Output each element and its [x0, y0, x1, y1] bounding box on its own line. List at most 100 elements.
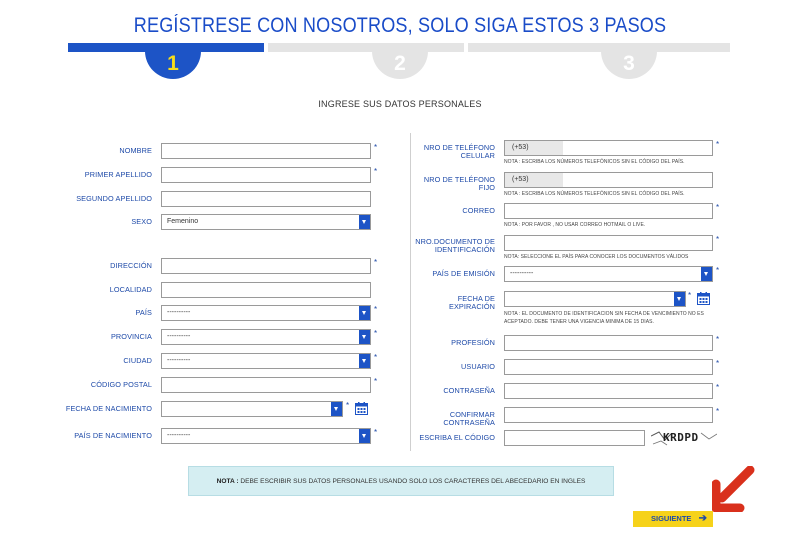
ciudad-label: CIUDAD — [123, 356, 152, 365]
chevron-down-icon[interactable] — [359, 429, 370, 443]
profesion-label: PROFESIÓN — [451, 338, 495, 347]
tel-celular-input[interactable]: (+53) — [504, 140, 713, 156]
pais-nacimiento-select[interactable]: ---------- — [161, 428, 371, 444]
codigo-postal-label: CÓDIGO POSTAL — [90, 380, 152, 389]
segundo-apellido-label: SEGUNDO APELLIDO — [76, 194, 152, 203]
captcha-image: KRDPD — [651, 430, 717, 446]
required-marker: * — [716, 335, 720, 344]
fecha-nacimiento-select[interactable] — [161, 401, 343, 417]
required-marker: * — [688, 291, 692, 300]
fecha-nacimiento-label: FECHA DE NACIMIENTO — [65, 404, 152, 413]
sexo-label: SEXO — [131, 217, 152, 226]
sexo-selected-value: Femenino — [167, 218, 199, 225]
step-indicator: 1 2 3 — [0, 43, 800, 83]
pais-select[interactable]: ---------- — [161, 305, 371, 321]
nota-box: NOTA : DEBE ESCRIBIR SUS DATOS PERSONALE… — [188, 466, 614, 496]
tel-fijo-input[interactable]: (+53) — [504, 172, 713, 188]
required-marker: * — [716, 203, 720, 212]
ciudad-select[interactable]: ---------- — [161, 353, 371, 369]
red-arrow-icon — [712, 466, 755, 512]
contrasena-label: CONTRASEÑA — [443, 386, 495, 395]
provincia-label: PROVINCIA — [110, 332, 152, 341]
nombre-input[interactable] — [161, 143, 371, 159]
required-marker: * — [374, 377, 378, 386]
calendar-icon[interactable] — [355, 402, 368, 415]
contrasena-input[interactable] — [504, 383, 713, 399]
chevron-down-icon[interactable] — [359, 306, 370, 320]
primer-apellido-input[interactable] — [161, 167, 371, 183]
step-2-bar — [268, 43, 464, 52]
documento-label: NRO.DOCUMENTO DE IDENTIFICACIÓN — [410, 238, 495, 254]
step-3-number: 3 — [601, 43, 657, 79]
usuario-input[interactable] — [504, 359, 713, 375]
tel-fijo-note: NOTA : ESCRIBA LOS NÚMEROS TELEFÓNICOS S… — [504, 191, 685, 197]
codigo-postal-input[interactable] — [161, 377, 371, 393]
required-marker: * — [374, 167, 378, 176]
required-marker: * — [374, 143, 378, 152]
calendar-icon[interactable] — [697, 292, 710, 305]
chevron-down-icon[interactable] — [359, 354, 370, 368]
codigo-label: ESCRIBA EL CÓDIGO — [419, 433, 495, 442]
correo-note: NOTA : POR FAVOR , NO USAR CORREO HOTMAI… — [504, 222, 646, 228]
profesion-input[interactable] — [504, 335, 713, 351]
arrow-right-icon: ➔ — [698, 513, 707, 524]
required-marker: * — [374, 258, 378, 267]
nota-text: DEBE ESCRIBIR SUS DATOS PERSONALES USAND… — [238, 478, 586, 485]
direccion-label: DIRECCIÓN — [110, 261, 152, 270]
required-marker: * — [716, 359, 720, 368]
provincia-selected-value: ---------- — [167, 333, 191, 340]
pais-emision-label: PAÍS DE EMISIÓN — [432, 269, 495, 278]
documento-label-line2: IDENTIFICACIÓN — [434, 245, 495, 254]
localidad-label: LOCALIDAD — [109, 285, 152, 294]
fecha-expiracion-note-line1: NOTA : EL DOCUMENTO DE IDENTIFICACION SI… — [504, 311, 704, 317]
section-subtitle: INGRESE SUS DATOS PERSONALES — [318, 99, 482, 109]
step-1-number: 1 — [145, 43, 201, 79]
required-marker: * — [374, 329, 378, 338]
siguiente-label: SIGUIENTE — [651, 514, 692, 523]
primer-apellido-label: PRIMER APELLIDO — [84, 170, 152, 179]
required-marker: * — [716, 140, 720, 149]
fecha-expiracion-label: FECHA DE EXPIRACIÓN — [448, 294, 495, 311]
required-marker: * — [374, 353, 378, 362]
confirmar-contrasena-input[interactable] — [504, 407, 713, 423]
step-2-number: 2 — [372, 43, 428, 79]
tel-celular-note: NOTA : ESCRIBA LOS NÚMEROS TELEFÓNICOS S… — [504, 159, 685, 165]
segundo-apellido-input[interactable] — [161, 191, 371, 207]
pais-emision-select[interactable]: ---------- — [504, 266, 713, 282]
chevron-down-icon[interactable] — [359, 215, 370, 229]
nombre-label: NOMBRE — [119, 146, 152, 155]
fecha-expiracion-select[interactable] — [504, 291, 686, 307]
correo-label: CORREO — [462, 206, 495, 215]
pais-nacimiento-selected-value: ---------- — [167, 432, 191, 439]
tel-fijo-label: NRO DE TELÉFONO FIJO — [423, 175, 495, 192]
provincia-select[interactable]: ---------- — [161, 329, 371, 345]
usuario-label: USUARIO — [461, 362, 495, 371]
siguiente-button[interactable]: SIGUIENTE ➔ — [633, 511, 713, 527]
chevron-down-icon[interactable] — [701, 267, 712, 281]
ciudad-selected-value: ---------- — [167, 357, 191, 364]
sexo-select[interactable]: Femenino — [161, 214, 371, 230]
required-marker: * — [346, 401, 350, 410]
pais-nacimiento-label: PAÍS DE NACIMIENTO — [74, 431, 152, 440]
fecha-expiracion-note-line2: ACEPTADO. DEBE TENER UNA VIGENCIA MINIMA… — [504, 319, 654, 325]
chevron-down-icon[interactable] — [359, 330, 370, 344]
required-marker: * — [374, 428, 378, 437]
pais-emision-selected-value: ---------- — [510, 270, 534, 277]
documento-note: NOTA: SELECCIONE EL PAÍS PARA CONOCER LO… — [504, 254, 689, 260]
required-marker: * — [716, 407, 720, 416]
nota-label: NOTA : — [216, 478, 239, 485]
tel-celular-label: NRO DE TELÉFONO CELULAR — [423, 143, 495, 160]
required-marker: * — [716, 266, 720, 275]
localidad-input[interactable] — [161, 282, 371, 298]
required-marker: * — [716, 235, 720, 244]
chevron-down-icon[interactable] — [674, 292, 685, 306]
correo-input[interactable] — [504, 203, 713, 219]
direccion-input[interactable] — [161, 258, 371, 274]
pais-selected-value: ---------- — [167, 309, 191, 316]
documento-input[interactable] — [504, 235, 713, 251]
chevron-down-icon[interactable] — [331, 402, 342, 416]
country-code-prefix: (+53) — [505, 173, 563, 187]
captcha-input[interactable] — [504, 430, 645, 446]
step-3-bar — [468, 43, 730, 52]
captcha-text: KRDPD — [663, 431, 699, 444]
